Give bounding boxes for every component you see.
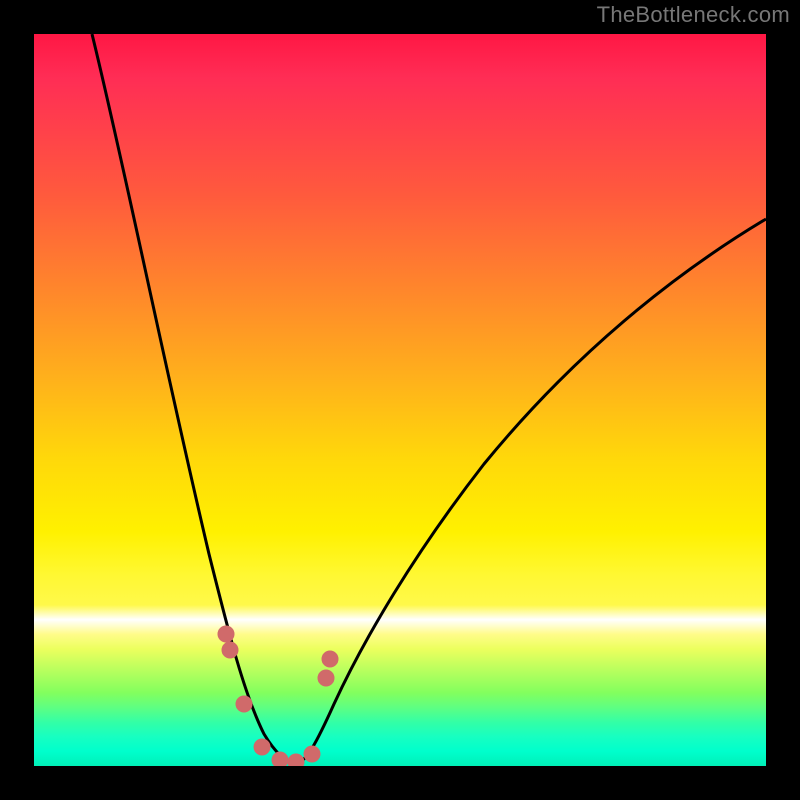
bottleneck-curve bbox=[34, 34, 766, 766]
curve-left-branch bbox=[92, 34, 296, 764]
chart-frame: TheBottleneck.com bbox=[0, 0, 800, 800]
plot-area bbox=[34, 34, 766, 766]
watermark-text: TheBottleneck.com bbox=[597, 2, 790, 28]
curve-right-branch bbox=[296, 219, 766, 764]
marker-dots bbox=[218, 626, 338, 766]
